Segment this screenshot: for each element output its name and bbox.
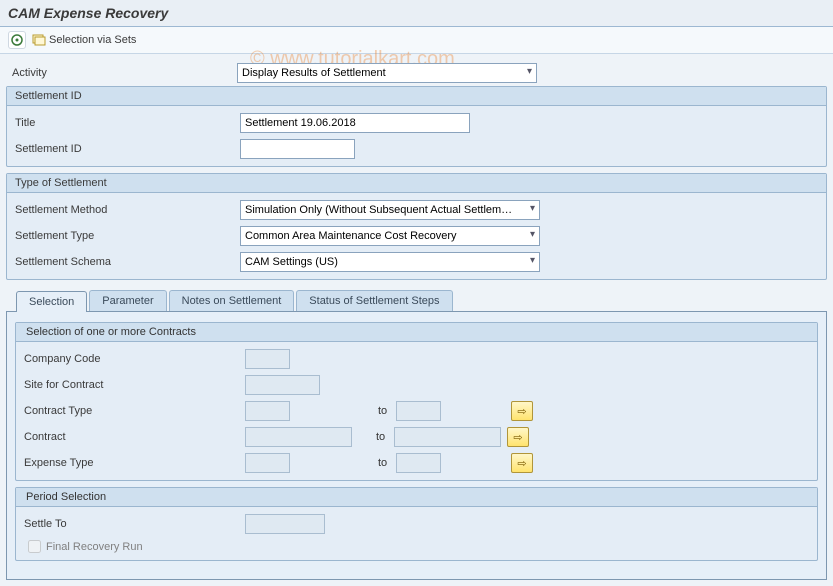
page-title: CAM Expense Recovery xyxy=(8,5,825,21)
settlement-type-dropdown[interactable]: Common Area Maintenance Cost Recovery xyxy=(240,226,540,246)
contract-multiselect-button[interactable] xyxy=(507,427,529,447)
to-label-3: to xyxy=(360,457,390,469)
settlement-schema-row: Settlement Schema CAM Settings (US) xyxy=(9,249,824,275)
activity-dropdown[interactable]: Display Results of Settlement xyxy=(237,63,537,83)
type-of-settlement-title: Type of Settlement xyxy=(7,174,826,193)
title-input[interactable] xyxy=(240,113,470,133)
settlement-id-row: Settlement ID xyxy=(9,136,824,162)
settlement-method-label: Settlement Method xyxy=(15,204,240,216)
title-bar: CAM Expense Recovery xyxy=(0,0,833,27)
period-group: Period Selection Settle To Final Recover… xyxy=(15,487,818,561)
contract-label: Contract xyxy=(24,431,239,443)
period-group-title: Period Selection xyxy=(16,488,817,507)
company-code-row: Company Code xyxy=(18,346,815,372)
contract-type-from xyxy=(245,401,290,421)
type-of-settlement-group: Type of Settlement Settlement Method Sim… xyxy=(6,173,827,280)
settle-to-input xyxy=(245,514,325,534)
settlement-method-select[interactable]: Simulation Only (Without Subsequent Actu… xyxy=(240,200,540,220)
settlement-type-row: Settlement Type Common Area Maintenance … xyxy=(9,223,824,249)
settlement-schema-dropdown[interactable]: CAM Settings (US) xyxy=(240,252,540,272)
settlement-id-label: Settlement ID xyxy=(15,143,240,155)
tab-status[interactable]: Status of Settlement Steps xyxy=(296,290,452,311)
title-label: Title xyxy=(15,117,240,129)
final-recovery-label: Final Recovery Run xyxy=(46,541,143,553)
title-row: Title xyxy=(9,110,824,136)
settle-to-row: Settle To xyxy=(18,511,815,537)
execute-icon[interactable] xyxy=(8,31,26,49)
to-label-2: to xyxy=(358,431,388,443)
activity-select[interactable]: Display Results of Settlement xyxy=(237,63,537,83)
contract-row: Contract to xyxy=(18,424,815,450)
expense-type-multiselect-button[interactable] xyxy=(511,453,533,473)
company-code-label: Company Code xyxy=(24,353,239,365)
selection-via-sets-button[interactable]: Selection via Sets xyxy=(32,34,136,46)
settlement-id-group: Settlement ID Title Settlement ID xyxy=(6,86,827,167)
to-label-1: to xyxy=(360,405,390,417)
settlement-schema-label: Settlement Schema xyxy=(15,256,240,268)
settlement-schema-select[interactable]: CAM Settings (US) xyxy=(240,252,540,272)
settlement-type-select[interactable]: Common Area Maintenance Cost Recovery xyxy=(240,226,540,246)
activity-row: Activity Display Results of Settlement xyxy=(6,60,827,86)
settlement-method-row: Settlement Method Simulation Only (Witho… xyxy=(9,197,824,223)
settlement-id-group-title: Settlement ID xyxy=(7,87,826,106)
tab-selection[interactable]: Selection xyxy=(16,291,87,312)
content-area: Activity Display Results of Settlement S… xyxy=(0,54,833,586)
selection-via-sets-label: Selection via Sets xyxy=(49,34,136,46)
contract-type-label: Contract Type xyxy=(24,405,239,417)
expense-type-label: Expense Type xyxy=(24,457,239,469)
sets-icon xyxy=(32,34,46,46)
expense-type-to xyxy=(396,453,441,473)
contract-type-row: Contract Type to xyxy=(18,398,815,424)
activity-label: Activity xyxy=(12,67,237,79)
site-label: Site for Contract xyxy=(24,379,239,391)
tab-notes[interactable]: Notes on Settlement xyxy=(169,290,295,311)
app-toolbar: Selection via Sets xyxy=(0,27,833,54)
contracts-group: Selection of one or more Contracts Compa… xyxy=(15,322,818,481)
tabstrip-container: Selection Parameter Notes on Settlement … xyxy=(6,290,827,580)
final-recovery-row: Final Recovery Run xyxy=(18,537,815,556)
tab-parameter[interactable]: Parameter xyxy=(89,290,166,311)
expense-type-from xyxy=(245,453,290,473)
tabstrip: Selection Parameter Notes on Settlement … xyxy=(6,290,827,312)
settlement-method-dropdown[interactable]: Simulation Only (Without Subsequent Actu… xyxy=(240,200,540,220)
settlement-id-input[interactable] xyxy=(240,139,355,159)
settle-to-label: Settle To xyxy=(24,518,239,530)
settlement-type-label: Settlement Type xyxy=(15,230,240,242)
contract-from xyxy=(245,427,352,447)
contract-type-multiselect-button[interactable] xyxy=(511,401,533,421)
expense-type-row: Expense Type to xyxy=(18,450,815,476)
company-code-input xyxy=(245,349,290,369)
contracts-group-title: Selection of one or more Contracts xyxy=(16,323,817,342)
contract-to xyxy=(394,427,501,447)
final-recovery-checkbox xyxy=(28,540,41,553)
contract-type-to xyxy=(396,401,441,421)
tab-panel-selection: Selection of one or more Contracts Compa… xyxy=(6,312,827,580)
site-row: Site for Contract xyxy=(18,372,815,398)
site-input xyxy=(245,375,320,395)
